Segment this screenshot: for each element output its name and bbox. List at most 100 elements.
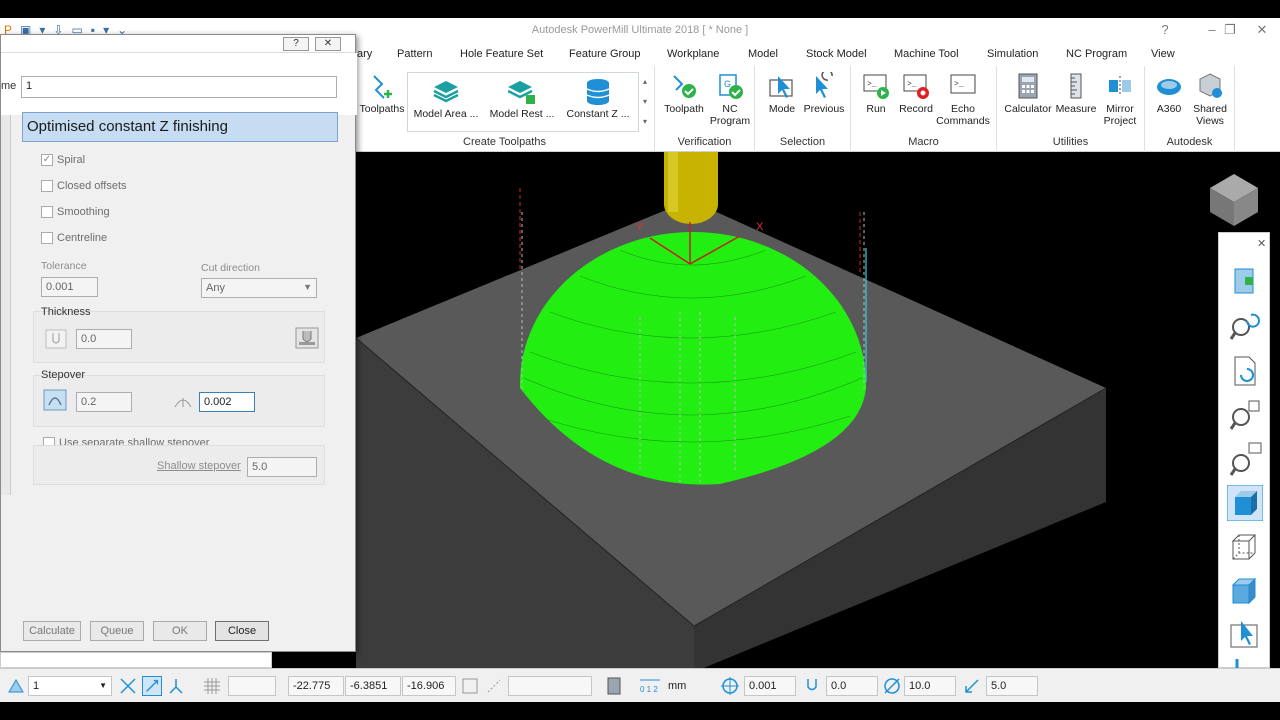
- stepover-from-tool-icon[interactable]: [43, 389, 67, 411]
- shallow-stepover-input[interactable]: 5.0: [247, 457, 317, 477]
- pick-point-icon[interactable]: [166, 676, 186, 696]
- view-toolbar-close[interactable]: ✕: [1257, 237, 1266, 250]
- dimension-icon[interactable]: [460, 676, 480, 696]
- grid-snap-icon[interactable]: [142, 676, 162, 696]
- constant-z-button[interactable]: Constant Z ...: [560, 77, 636, 120]
- close-button[interactable]: Close: [215, 621, 269, 641]
- thickness-input[interactable]: 0.0: [76, 329, 132, 349]
- echo-commands-button[interactable]: >_ Echo Commands: [933, 72, 993, 127]
- dialog-title-bar: ? ✕: [1, 35, 355, 53]
- spiral-checkbox[interactable]: ✓ Spiral: [41, 154, 85, 166]
- toolpath-name-input[interactable]: 1: [21, 76, 337, 98]
- shared-views-button[interactable]: Shared Views: [1187, 72, 1233, 127]
- grid-value-field[interactable]: [228, 676, 276, 696]
- tab-stock-model[interactable]: Stock Model: [806, 48, 867, 60]
- nc-program-verify-button[interactable]: G NC Program: [705, 72, 755, 127]
- measure-button[interactable]: Measure: [1053, 72, 1099, 115]
- closed-offsets-checkbox[interactable]: Closed offsets: [41, 180, 127, 192]
- status-bar: 1 ▼ -22.775 -6.3851 -16.906 0 1 2 mm 0.0…: [0, 668, 1280, 702]
- run-macro-button[interactable]: >_ Run: [855, 72, 897, 115]
- stepdown-field[interactable]: 5.0: [986, 676, 1038, 696]
- zoom-refresh-icon[interactable]: [1227, 309, 1263, 345]
- group-verification: Toolpath G NC Program Verification: [655, 66, 755, 152]
- axis-y-label: Y: [636, 221, 644, 233]
- svg-text:>_: >_: [907, 80, 917, 89]
- tab-toolpath[interactable]: ary: [357, 48, 372, 60]
- stepover-label: Stepover: [41, 369, 86, 381]
- tab-feature-group[interactable]: Feature Group: [569, 48, 641, 60]
- record-macro-button[interactable]: >_ Record: [895, 72, 937, 115]
- gallery-scroll[interactable]: ▴ ▾ ▾: [639, 72, 651, 132]
- toolpath-strategy-dialog: ? ✕ me 1 Optimised constant Z finishing …: [0, 34, 357, 652]
- group-selection: Mode Previous Selection: [755, 66, 851, 152]
- workplane-icon[interactable]: [6, 676, 26, 696]
- calculate-button[interactable]: Calculate: [23, 621, 81, 641]
- view-cube[interactable]: [1210, 174, 1258, 226]
- name-label: me: [1, 80, 17, 92]
- centreline-checkbox[interactable]: Centreline: [41, 232, 107, 244]
- minimize-button[interactable]: –: [1202, 20, 1222, 40]
- cut-direction-select[interactable]: Any ▼: [201, 278, 317, 298]
- tab-hole-feature-set[interactable]: Hole Feature Set: [460, 48, 543, 60]
- mode-button[interactable]: Mode: [761, 72, 803, 115]
- toolpath-verify-button[interactable]: Toolpath: [659, 72, 709, 115]
- nc-program-check-icon: G: [719, 74, 743, 99]
- thickness-icon[interactable]: [45, 329, 67, 349]
- info-field: [508, 676, 592, 696]
- smoothing-checkbox[interactable]: Smoothing: [41, 206, 110, 218]
- thickness-status-field[interactable]: 0.0: [826, 676, 878, 696]
- select-icon[interactable]: [1227, 617, 1263, 653]
- model-rest-button[interactable]: Model Rest ...: [484, 77, 560, 120]
- thickness-label: Thickness: [41, 306, 91, 318]
- shared-views-icon: [1199, 73, 1222, 98]
- cusp-height-input[interactable]: 0.002: [199, 392, 255, 412]
- zoom-box-icon[interactable]: [1227, 441, 1263, 477]
- tab-view[interactable]: View: [1151, 48, 1175, 60]
- view-from-top-icon[interactable]: [1227, 263, 1263, 299]
- close-window-button[interactable]: ✕: [1252, 20, 1272, 40]
- mirror-project-button[interactable]: Mirror Project: [1097, 72, 1143, 127]
- grid-icon[interactable]: [202, 676, 222, 696]
- tab-model[interactable]: Model: [748, 48, 778, 60]
- shaded-wire-view-icon[interactable]: [1227, 573, 1263, 609]
- group-autodesk: A360 Shared Views Autodesk: [1145, 66, 1235, 152]
- svg-text:>_: >_: [954, 80, 964, 89]
- tolerance-input[interactable]: 0.001: [41, 277, 98, 297]
- ok-button[interactable]: OK: [153, 621, 207, 641]
- a360-button[interactable]: A360: [1149, 72, 1189, 115]
- tree-scrollbar[interactable]: [1, 115, 11, 495]
- dialog-help-button[interactable]: ?: [283, 37, 309, 51]
- run-icon: >_: [863, 74, 889, 99]
- diameter-field[interactable]: 10.0: [904, 676, 956, 696]
- calculator-small-icon[interactable]: [604, 676, 624, 696]
- workplane-select[interactable]: 1 ▼: [28, 676, 112, 696]
- refresh-view-icon[interactable]: [1227, 353, 1263, 389]
- previous-selection-button[interactable]: Previous: [801, 72, 847, 115]
- link-icon[interactable]: [484, 676, 504, 696]
- select-mode-icon: [769, 76, 793, 98]
- tab-machine-tool[interactable]: Machine Tool: [894, 48, 959, 60]
- tab-workplane[interactable]: Workplane: [667, 48, 719, 60]
- model-area-clearance-button[interactable]: Model Area ...: [408, 77, 484, 120]
- tolerance-status-field[interactable]: 0.001: [744, 676, 796, 696]
- group-macro: >_ Run >_ Record >_ Echo Commands Macro: [851, 66, 997, 152]
- zoom-to-fit-icon[interactable]: [1227, 397, 1263, 433]
- component-thickness-icon[interactable]: [295, 327, 319, 349]
- stepover-input[interactable]: 0.2: [76, 392, 132, 412]
- tolerance-crosshair-icon: [721, 677, 739, 695]
- toolpaths-button[interactable]: Toolpaths: [357, 72, 407, 115]
- group-utilities: Calculator Measure Mirror Project Utilit…: [997, 66, 1145, 152]
- restore-button[interactable]: ❐: [1220, 20, 1240, 40]
- dialog-close-icon[interactable]: ✕: [315, 37, 341, 51]
- tab-pattern[interactable]: Pattern: [397, 48, 432, 60]
- tab-nc-program[interactable]: NC Program: [1066, 48, 1127, 60]
- constant-z-icon: [586, 79, 610, 105]
- cursor-snap-icon[interactable]: [118, 676, 138, 696]
- calculator-button[interactable]: Calculator: [1001, 72, 1055, 115]
- queue-button[interactable]: Queue: [90, 621, 144, 641]
- shaded-view-icon[interactable]: [1227, 485, 1263, 521]
- tab-simulation[interactable]: Simulation: [987, 48, 1038, 60]
- bottom-border: [0, 702, 1280, 720]
- help-icon[interactable]: ?: [1155, 20, 1175, 40]
- wireframe-view-icon[interactable]: [1227, 529, 1263, 565]
